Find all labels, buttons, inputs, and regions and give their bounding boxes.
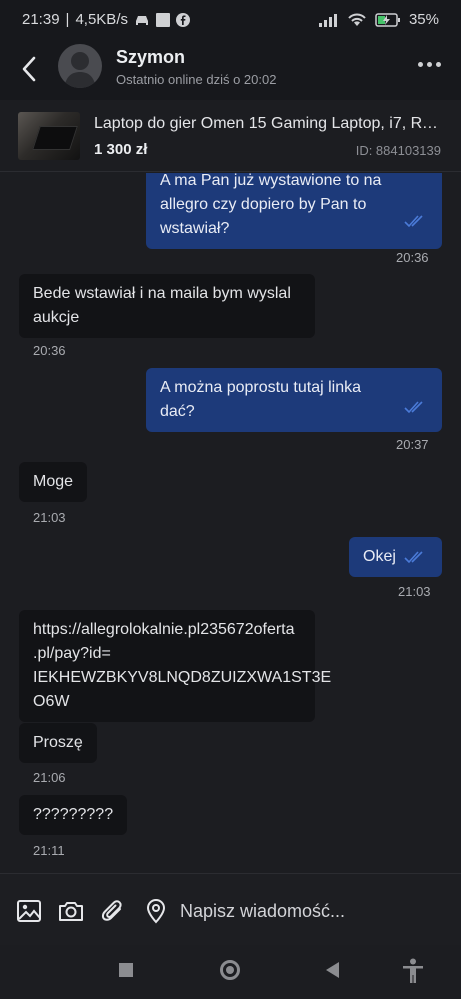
battery-level: 35: [408, 11, 426, 28]
signal-icon: [318, 13, 337, 27]
message-time: 20:36: [396, 250, 429, 265]
message-incoming[interactable]: Proszę: [19, 723, 97, 763]
contact-name[interactable]: Szymon: [116, 47, 185, 68]
message-input[interactable]: Napisz wiadomość...: [180, 901, 345, 922]
more-options-icon[interactable]: [418, 62, 441, 67]
location-icon[interactable]: [143, 898, 169, 924]
battery-charging-icon: [375, 12, 400, 27]
gallery-icon[interactable]: [16, 898, 42, 924]
message-time: 20:36: [33, 343, 66, 358]
message-outgoing[interactable]: A ma Pan już wystawione to na allegro cz…: [146, 173, 442, 249]
read-receipt-icon: [404, 215, 423, 228]
message-incoming-link[interactable]: https://allegrolokalnie.pl235672oferta .…: [19, 610, 331, 722]
system-back-icon[interactable]: [326, 962, 339, 978]
chat-header: Szymon Ostatnio online dziś o 20:02: [0, 40, 461, 100]
contact-status: Ostatnio online dziś o 20:02: [116, 72, 277, 87]
product-title[interactable]: Laptop do gier Omen 15 Gaming Laptop, i7…: [94, 115, 439, 133]
product-price: 1 300 zł: [94, 141, 148, 158]
read-receipt-icon: [404, 551, 423, 564]
product-thumbnail[interactable]: [18, 112, 80, 160]
wifi-icon: [348, 13, 366, 26]
message-incoming[interactable]: Bede wstawiał i na maila bym wyslal aukc…: [19, 274, 315, 338]
system-navigation-bar: [0, 945, 461, 999]
camera-icon[interactable]: [58, 898, 84, 924]
message-input-bar: Napisz wiadomość...: [0, 873, 461, 945]
facebook-icon: [175, 12, 190, 27]
read-receipt-icon: [404, 401, 423, 414]
message-time: 20:37: [396, 437, 429, 452]
product-id: ID: 884103139: [355, 143, 441, 158]
car-icon: [135, 15, 148, 25]
status-time: 21:39: [22, 11, 60, 28]
attachment-icon[interactable]: [100, 898, 126, 924]
back-arrow-icon[interactable]: [18, 54, 42, 84]
message-time: 21:03: [398, 584, 431, 599]
message-outgoing[interactable]: A można poprostu tutaj linka dać?: [146, 368, 442, 432]
status-bar: 21:39 | 4,5KB/s 35%: [0, 0, 461, 40]
message-incoming[interactable]: Moge: [19, 462, 88, 502]
network-speed: 4,5KB/s: [75, 11, 128, 28]
product-bar[interactable]: Laptop do gier Omen 15 Gaming Laptop, i7…: [0, 100, 461, 172]
notification-square-icon: [155, 12, 170, 27]
message-time: 21:06: [33, 770, 66, 785]
accessibility-icon[interactable]: [401, 958, 425, 984]
user-silhouette-icon: [64, 52, 96, 88]
recent-apps-icon[interactable]: [119, 963, 133, 977]
message-list[interactable]: A ma Pan już wystawione to na allegro cz…: [0, 173, 461, 873]
home-icon[interactable]: [220, 960, 240, 980]
avatar[interactable]: [58, 44, 102, 88]
message-incoming[interactable]: ?????????: [19, 795, 128, 835]
message-time: 21:03: [33, 510, 66, 525]
message-time: 21:11: [33, 843, 65, 858]
